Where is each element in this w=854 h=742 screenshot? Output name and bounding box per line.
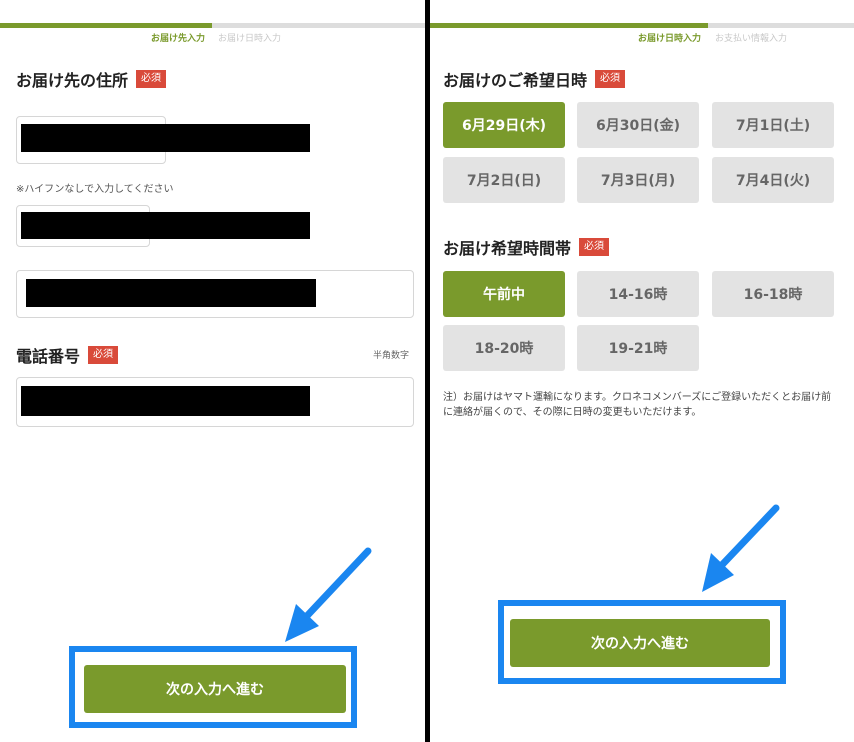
pointer-arrow-icon [702, 504, 780, 592]
pointer-arrow-icon [285, 547, 372, 642]
delivery-datetime-screen: お届け日時入力 お支払い情報入力 お届けのご希望日時 必須 6月29日(木) 6… [430, 0, 854, 742]
delivery-address-screen: お届け先入力 お届け日時入力 お届け先の住所 必須 ※ハイフンなしで入力してくだ… [0, 0, 425, 742]
